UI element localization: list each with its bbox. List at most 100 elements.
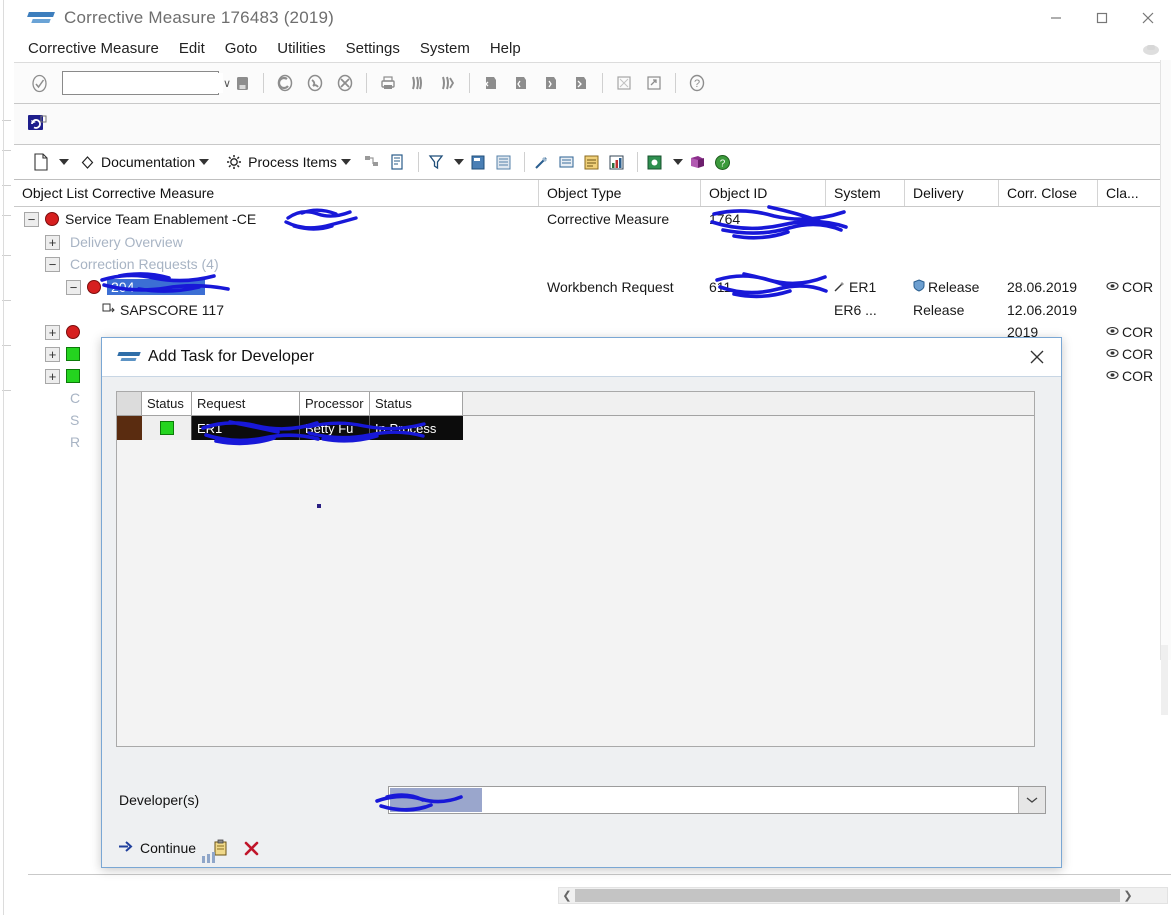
status-icon[interactable] (644, 151, 666, 173)
tree-expander[interactable]: − (45, 256, 60, 272)
book-icon[interactable] (687, 151, 709, 173)
menu-item-help[interactable]: Help (490, 40, 521, 57)
layout-icon[interactable] (493, 151, 515, 173)
developers-field[interactable] (375, 786, 1046, 814)
find-icon[interactable] (405, 70, 431, 96)
first-page-icon[interactable] (478, 70, 504, 96)
create-session-icon[interactable] (611, 70, 637, 96)
link-icon (1106, 324, 1119, 340)
chevron-down-icon[interactable] (672, 159, 683, 165)
export-icon[interactable] (387, 151, 409, 173)
tree-expander[interactable]: − (24, 211, 39, 227)
column-header-system[interactable]: System (826, 180, 905, 206)
report-icon[interactable] (581, 151, 603, 173)
detail-icon[interactable] (468, 151, 490, 173)
chevron-left-icon[interactable]: ❮ (559, 889, 575, 902)
cancel-icon[interactable] (332, 70, 358, 96)
row-select-marker[interactable] (117, 416, 142, 440)
table-row[interactable]: − 204 Workbench Request 611 ER1 Release … (14, 275, 1171, 299)
gear-icon (223, 151, 245, 173)
previous-page-icon[interactable] (508, 70, 534, 96)
attach-icon[interactable] (531, 151, 553, 173)
column-header-classification[interactable]: Cla... (1098, 180, 1158, 206)
minimize-icon[interactable] (1033, 1, 1079, 35)
chevron-down-icon[interactable] (1018, 787, 1045, 813)
tree-expander[interactable]: + (45, 368, 60, 384)
column-header-object-type[interactable]: Object Type (539, 180, 701, 206)
tree-node-label: SAPSCORE 117 (120, 302, 225, 318)
save-icon[interactable] (229, 70, 255, 96)
back-icon[interactable] (272, 70, 298, 96)
create-shortcut-icon[interactable] (641, 70, 667, 96)
command-field[interactable]: ∨ (62, 71, 231, 95)
tree-expander[interactable]: + (45, 346, 60, 362)
grid-header-status[interactable]: Status (142, 392, 192, 416)
table-row[interactable]: − Correction Requests (4) (14, 253, 1171, 275)
vertical-scrollbar-inner[interactable] (1161, 645, 1168, 715)
column-header-object-id[interactable]: Object ID (701, 180, 826, 206)
exit-icon[interactable] (302, 70, 328, 96)
continue-label: Continue (140, 840, 197, 856)
note-icon[interactable] (556, 151, 578, 173)
developers-input[interactable] (389, 787, 1018, 813)
chevron-down-icon[interactable] (199, 159, 210, 165)
cell-classification (1098, 208, 1158, 230)
column-header-delivery[interactable]: Delivery (905, 180, 999, 206)
close-icon[interactable] (1013, 339, 1061, 376)
maximize-icon[interactable] (1079, 1, 1125, 35)
documentation-button[interactable]: Documentation (73, 150, 216, 174)
process-items-button[interactable]: Process Items (220, 150, 358, 174)
menu-item-system[interactable]: System (420, 40, 470, 57)
close-icon[interactable] (1125, 1, 1171, 35)
cell-system: ER6 ... (834, 302, 877, 318)
chevron-right-icon[interactable]: ❯ (1120, 889, 1136, 902)
tree-expander[interactable]: + (45, 234, 60, 250)
find-next-icon[interactable] (435, 70, 461, 96)
chart-icon[interactable] (606, 151, 628, 173)
print-icon[interactable] (375, 70, 401, 96)
link-icon (1106, 346, 1119, 362)
chevron-down-icon[interactable] (453, 159, 464, 165)
help-icon[interactable]: ? (684, 70, 710, 96)
chevron-down-icon[interactable] (59, 159, 69, 165)
table-row[interactable]: + Delivery Overview (14, 231, 1171, 253)
horizontal-scrollbar[interactable]: ❮ ❯ (558, 886, 1168, 904)
menu-item-settings[interactable]: Settings (346, 40, 400, 57)
grid-data-row[interactable]: ER1 Betty Fu In Process (117, 416, 1034, 440)
documentation-label: Documentation (101, 154, 196, 170)
grid-header-status2[interactable]: Status (370, 392, 463, 416)
continue-button[interactable]: Continue (118, 836, 196, 860)
dialog-resize-grip[interactable] (202, 852, 215, 863)
menu-item-corrective-measure[interactable]: Corrective Measure (28, 40, 159, 57)
column-header-object-list[interactable]: Object List Corrective Measure (14, 180, 539, 206)
check-enter-icon[interactable] (26, 70, 52, 96)
hierarchy-icon[interactable] (362, 151, 384, 173)
info-help-icon[interactable]: ? (712, 151, 734, 173)
cell-classification: COR (1098, 343, 1158, 365)
scrollbar-thumb[interactable] (575, 888, 1120, 902)
grid-header-select[interactable] (117, 392, 142, 416)
tree-node-label-tail: CE (236, 211, 257, 227)
column-header-corr-close[interactable]: Corr. Close (999, 180, 1098, 206)
svg-text:?: ? (694, 78, 700, 90)
table-row[interactable]: SAPSCORE 117 ER6 ... Release 12.06.2019 (14, 299, 1171, 321)
tree-expander[interactable]: + (45, 324, 60, 340)
cell-classification-text: COR (1122, 324, 1154, 340)
tree-expander[interactable]: − (66, 279, 81, 295)
command-input[interactable] (63, 73, 223, 93)
document-icon[interactable] (30, 151, 52, 173)
menu-item-utilities[interactable]: Utilities (277, 40, 325, 57)
table-row[interactable]: − Service Team Enablement - CE Correctiv… (14, 207, 1171, 231)
next-page-icon[interactable] (538, 70, 564, 96)
chevron-down-icon[interactable] (340, 159, 351, 165)
grid-header-request[interactable]: Request (192, 392, 300, 416)
refresh-icon[interactable] (26, 113, 48, 135)
filter-icon[interactable] (425, 151, 447, 173)
grid-header-processor[interactable]: Processor (300, 392, 370, 416)
vertical-scrollbar-outer[interactable] (1160, 60, 1171, 660)
cell-processor: Betty Fu (300, 416, 370, 440)
red-x-icon[interactable] (240, 837, 262, 859)
last-page-icon[interactable] (568, 70, 594, 96)
menu-item-edit[interactable]: Edit (179, 40, 205, 57)
menu-item-goto[interactable]: Goto (225, 40, 258, 57)
